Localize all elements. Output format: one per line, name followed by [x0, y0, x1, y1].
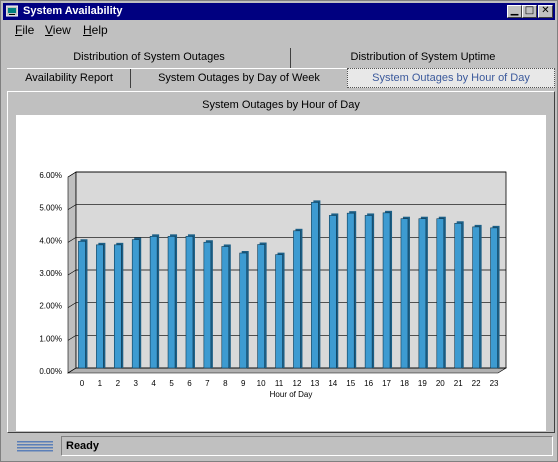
tab-strip: Distribution of System Outages Distribut…: [7, 45, 555, 91]
bar: [113, 244, 122, 369]
bar: [346, 212, 355, 369]
x-tick-label: 15: [346, 379, 355, 388]
app-window: System Availability ▁ □ ✕ File View Help…: [0, 0, 558, 462]
bar: [257, 244, 265, 369]
x-tick-label: 8: [223, 379, 228, 388]
bar: [364, 215, 373, 369]
menu-bar: File View Help: [3, 21, 555, 39]
x-tick-label: 3: [133, 379, 138, 388]
bar: [167, 236, 176, 369]
x-tick-label: 21: [454, 379, 463, 388]
x-tick-label: 5: [169, 379, 174, 388]
status-bar: IBM Ready: [3, 433, 555, 459]
x-tick-label: 11: [275, 379, 284, 388]
x-tick-label: 13: [310, 379, 319, 388]
bar: [400, 218, 409, 369]
minimize-icon: ▁: [510, 5, 519, 16]
y-tick-label: 2.00%: [39, 302, 62, 311]
maximize-icon: □: [524, 5, 535, 16]
x-tick-label: 18: [400, 379, 409, 388]
x-tick-label: 7: [205, 379, 210, 388]
x-tick-label: 10: [257, 379, 266, 388]
plot-floor: [66, 367, 508, 374]
y-tick-label: 0.00%: [39, 367, 62, 376]
x-tick-label: 16: [364, 379, 373, 388]
bar: [418, 218, 427, 369]
bar: [436, 218, 445, 369]
bar: [311, 202, 319, 369]
x-tick-label: 19: [418, 379, 427, 388]
x-tick-label: 1: [98, 379, 103, 388]
bar: [454, 222, 463, 369]
app-icon: [6, 5, 18, 17]
tab-outages-by-hour[interactable]: System Outages by Hour of Day: [347, 68, 555, 88]
tab-availability-report[interactable]: Availability Report: [7, 68, 131, 88]
y-tick-label: 1.00%: [39, 334, 62, 343]
x-tick-label: 2: [116, 379, 121, 388]
x-tick-label: 20: [436, 379, 445, 388]
chart-title: System Outages by Hour of Day: [202, 99, 360, 111]
bar: [78, 240, 86, 369]
chart-area: 0.00% 1.00% 2.00% 3.00% 4.00% 5.00% 6.00% 0 1 2 3 4…: [16, 115, 546, 431]
minimize-button[interactable]: ▁: [507, 5, 522, 18]
y-tick-label: 4.00%: [39, 236, 62, 245]
menu-view[interactable]: View: [45, 23, 71, 37]
bar: [185, 236, 194, 369]
bar: [221, 246, 230, 369]
tab-outages-by-day[interactable]: System Outages by Day of Week: [131, 68, 347, 88]
bar: [96, 244, 104, 369]
x-tick-label: 12: [293, 379, 302, 388]
y-tick-label: 3.00%: [39, 269, 62, 278]
bar: [293, 230, 301, 369]
x-tick-label: 22: [472, 379, 481, 388]
bar: [328, 215, 337, 369]
status-text: Ready: [61, 436, 553, 456]
bar: [203, 241, 212, 369]
window-title: System Availability: [23, 5, 123, 17]
menu-help[interactable]: Help: [83, 23, 108, 37]
x-tick-label: 0: [80, 379, 85, 388]
x-tick-label: 17: [382, 379, 391, 388]
menu-file[interactable]: File: [15, 23, 34, 37]
close-button[interactable]: ✕: [538, 5, 553, 18]
bar: [149, 236, 158, 369]
x-tick-label: 23: [490, 379, 499, 388]
bar: [239, 252, 248, 369]
x-tick-label: 9: [241, 379, 246, 388]
tab-distribution-outages[interactable]: Distribution of System Outages: [7, 48, 291, 68]
bar: [490, 227, 498, 369]
tab-distribution-uptime[interactable]: Distribution of System Uptime: [291, 48, 555, 68]
bar: [382, 212, 391, 369]
title-bar[interactable]: System Availability ▁ □ ✕: [3, 3, 555, 20]
chart-panel: System Outages by Hour of Day 0.00% 1.00%…: [7, 91, 555, 433]
y-tick-label: 6.00%: [39, 171, 62, 180]
x-axis-label: Hour of Day: [270, 390, 313, 399]
close-icon: ✕: [541, 5, 550, 16]
x-tick-label: 6: [187, 379, 192, 388]
ibm-logo: IBM: [13, 438, 57, 455]
bar: [131, 239, 140, 369]
x-tick-label: 14: [328, 379, 337, 388]
bar: [275, 254, 283, 369]
maximize-button[interactable]: □: [522, 5, 537, 18]
bar-chart: 0.00%1.00%2.00%3.00%4.00%5.00%6.00%0 1 2 3 4…: [39, 171, 508, 399]
bar: [472, 226, 480, 369]
y-tick-label: 5.00%: [39, 204, 62, 213]
x-tick-label: 4: [151, 379, 156, 388]
